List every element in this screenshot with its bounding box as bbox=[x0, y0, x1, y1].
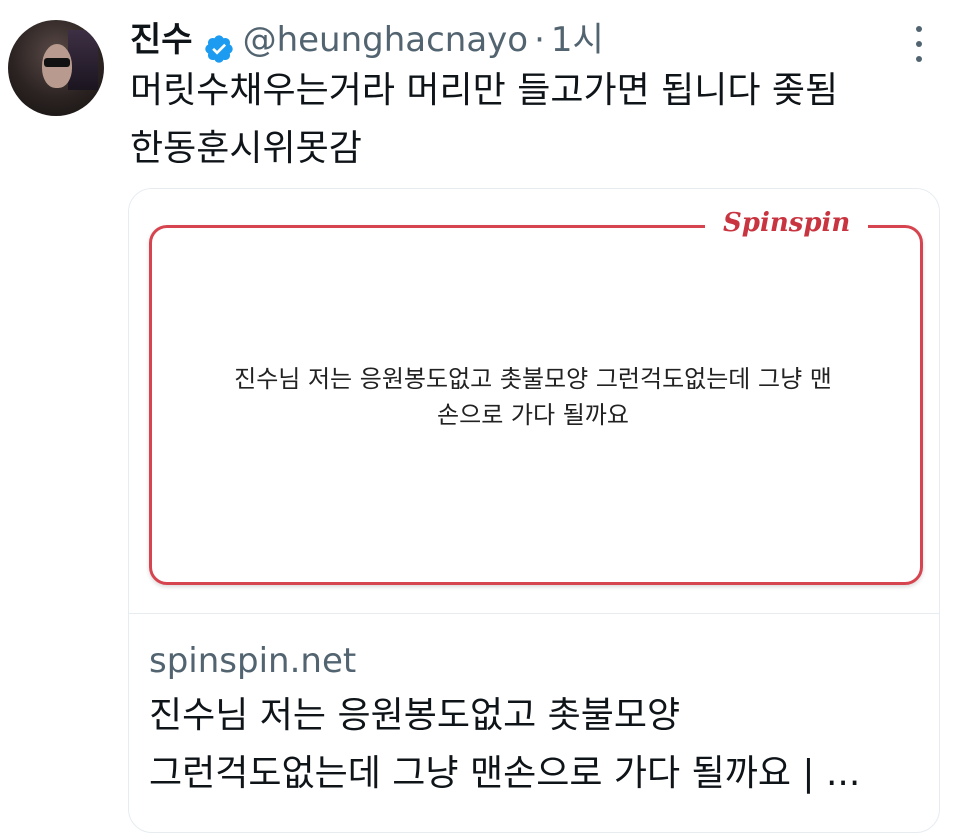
card-quote-line: 손으로 가다 될까요 bbox=[437, 401, 629, 429]
more-options-icon[interactable] bbox=[914, 26, 924, 62]
avatar-censor-bar bbox=[44, 58, 70, 67]
card-title-line: 그런걱도없는데 그냥 맨손으로 가다 될까요 | ... bbox=[149, 753, 861, 794]
tweet-text-line: 머릿수채우는거라 머리만 들고가면 됩니다 좆됨 bbox=[130, 70, 839, 111]
author-name[interactable]: 진수 bbox=[130, 10, 193, 70]
verified-badge-icon bbox=[203, 24, 235, 63]
card-domain: spinspin.net bbox=[149, 641, 357, 681]
card-quote-line: 진수님 저는 응원봉도없고 촛불모양 그런걱도없는데 그냥 맨 bbox=[234, 365, 832, 393]
author-handle[interactable]: @heunghacnayo bbox=[243, 10, 529, 70]
card-quote: 진수님 저는 응원봉도없고 촛불모양 그런걱도없는데 그냥 맨 손으로 가다 될… bbox=[149, 361, 917, 433]
tweet-timestamp[interactable]: 1시 bbox=[551, 10, 604, 70]
card-title-line: 진수님 저는 응원봉도없고 촛불모양 bbox=[149, 695, 681, 736]
card-title: 진수님 저는 응원봉도없고 촛불모양 그런걱도없는데 그냥 맨손으로 가다 될까… bbox=[149, 687, 929, 803]
tweet-text: 머릿수채우는거라 머리만 들고가면 됩니다 좆됨 한동훈시위못감 bbox=[130, 62, 930, 178]
card-meta: spinspin.net 진수님 저는 응원봉도없고 촛불모양 그런걱도없는데 … bbox=[149, 635, 929, 803]
tweet-text-line: 한동훈시위못감 bbox=[130, 128, 362, 169]
brand-logo: Spinspin bbox=[705, 203, 869, 243]
tweet-header: 진수 @heunghacnayo · 1시 bbox=[130, 10, 604, 70]
separator: · bbox=[534, 20, 545, 60]
avatar[interactable] bbox=[8, 20, 104, 116]
link-card[interactable]: Spinspin 진수님 저는 응원봉도없고 촛불모양 그런걱도없는데 그냥 맨… bbox=[128, 188, 940, 833]
avatar-background bbox=[68, 30, 98, 90]
card-image[interactable]: Spinspin 진수님 저는 응원봉도없고 촛불모양 그런걱도없는데 그냥 맨… bbox=[129, 189, 939, 613]
card-divider bbox=[129, 613, 939, 614]
